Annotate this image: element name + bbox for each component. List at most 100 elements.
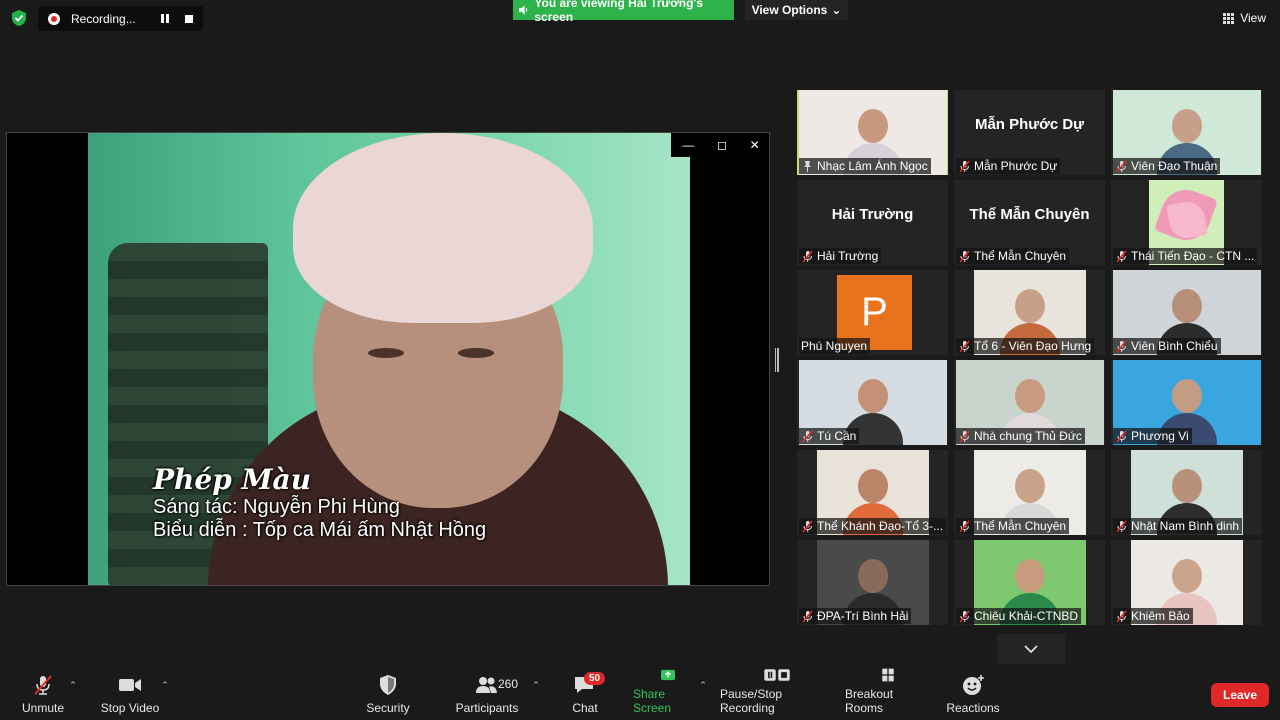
participant-tile[interactable]: Khiêm Bảo <box>1111 540 1262 625</box>
muted-mic-icon <box>1116 429 1127 443</box>
participant-tile[interactable]: ĐPA-Trí Bình Hải <box>797 540 948 625</box>
smiley-icon <box>963 675 984 695</box>
muted-mic-icon <box>802 249 813 263</box>
participant-tile[interactable]: Viên Đạo Thuận <box>1111 90 1262 175</box>
muted-mic-icon <box>1116 159 1127 173</box>
participant-name-label: Phương Vi <box>1113 428 1192 444</box>
participant-tile[interactable]: Mẫn Phước Dự Mẫn Phước Dự <box>954 90 1105 175</box>
eye-shape <box>368 348 404 358</box>
participant-name-label: Nhật Nam Bình dinh <box>1113 518 1243 534</box>
security-button[interactable]: Security <box>362 668 414 720</box>
participant-tile[interactable]: Tổ 6 - Viên Đạo Hưng <box>954 270 1105 355</box>
eye-shape <box>458 348 494 358</box>
participant-name: Tổ 6 - Viên Đạo Hưng <box>974 339 1092 353</box>
participant-name: Nhật Nam Bình dinh <box>1131 519 1240 533</box>
participant-tile[interactable]: Nhật Nam Bình dinh <box>1111 450 1262 535</box>
participants-count: 260 <box>498 677 519 691</box>
share-screen-icon <box>661 669 675 681</box>
participant-name: Nhà chung Thủ Đức <box>974 429 1082 443</box>
participant-tile[interactable]: Viên Bình Chiểu <box>1111 270 1262 355</box>
pin-icon <box>804 160 811 172</box>
participant-name-label: Viên Bình Chiểu <box>1113 338 1221 354</box>
shared-screen[interactable]: Phép Màu Sáng tác: Nguyễn Phi Hùng Biểu … <box>6 132 770 586</box>
participant-tile[interactable]: Nhạc Lâm Ánh Ngọc <box>797 90 948 175</box>
pause-stop-icon <box>764 669 790 681</box>
close-icon[interactable]: ✕ <box>750 138 760 152</box>
participant-name: Thể Mẫn Chuyên <box>974 249 1067 263</box>
participant-name-label: Viên Đạo Thuận <box>1113 158 1221 174</box>
reactions-button[interactable]: Reactions <box>946 668 1000 720</box>
audio-options-caret[interactable]: ⌃ <box>66 668 80 720</box>
muted-mic-icon <box>802 429 813 443</box>
participant-name-label: Phú Nguyen <box>799 338 871 354</box>
participant-name: Hải Trường <box>817 249 879 263</box>
participant-tile[interactable]: Thái Tiến Đạo - CTN ... <box>1111 180 1262 265</box>
pause-stop-label: Pause/Stop Recording <box>720 687 783 715</box>
participant-name-label: Mẫn Phước Dự <box>956 158 1061 174</box>
unmute-button[interactable]: Unmute <box>18 668 68 720</box>
muted-mic-icon <box>959 159 970 173</box>
caption-title: Phép Màu <box>153 463 312 496</box>
muted-mic-icon <box>1116 519 1127 533</box>
participant-tile[interactable]: Thể Mẫn Chuyên <box>954 450 1105 535</box>
participant-gallery: Nhạc Lâm Ánh Ngọc Mẫn Phước Dự Mẫn Phước D… <box>797 90 1263 630</box>
video-camera-icon <box>119 679 141 691</box>
viewing-banner: You are viewing Hải Trường's screen <box>513 0 734 24</box>
video-options-caret[interactable]: ⌃ <box>158 668 172 720</box>
participant-name-label: Thể Mẫn Chuyên <box>956 518 1070 534</box>
share-options-caret[interactable]: ⌃ <box>696 668 710 720</box>
participant-name-label: Nhà chung Thủ Đức <box>956 428 1085 444</box>
participant-name: Chiêu Khải-CTNBD <box>974 609 1079 623</box>
participant-name-label: Thái Tiến Đạo - CTN ... <box>1113 248 1258 264</box>
pause-recording-icon[interactable] <box>161 14 169 23</box>
video-caption: Phép Màu Sáng tác: Nguyễn Phi Hùng Biểu … <box>153 463 486 542</box>
muted-mic-icon <box>1116 339 1127 353</box>
stop-video-label: Stop Video <box>100 701 160 715</box>
breakout-rooms-label: Breakout Rooms <box>845 687 894 715</box>
split-drag-handle[interactable] <box>775 348 780 372</box>
stop-video-button[interactable]: Stop Video <box>100 668 160 720</box>
view-label: View <box>1240 11 1266 25</box>
participant-name: Thể Khánh Đạo-Tổ 3-... <box>817 519 944 533</box>
participant-tile[interactable]: Thể Mẫn Chuyên Thể Mẫn Chuyên <box>954 180 1105 265</box>
participant-tile[interactable]: Phương Vi <box>1111 360 1262 445</box>
recording-label: Recording... <box>71 11 136 26</box>
participant-name: Tú Cần <box>817 429 857 443</box>
stop-recording-icon[interactable] <box>185 14 193 23</box>
leave-button[interactable]: Leave <box>1211 683 1269 707</box>
view-options-button[interactable]: View Options ⌄ <box>745 0 848 20</box>
participant-tile[interactable]: Hải Trường Hải Trường <box>797 180 948 265</box>
muted-mic-icon <box>959 609 970 623</box>
shield-icon <box>380 675 396 695</box>
pause-stop-recording-button[interactable]: Pause/Stop Recording <box>720 668 834 720</box>
participant-name-label: Tú Cần <box>799 428 860 444</box>
participant-name-label: Nhạc Lâm Ánh Ngọc <box>799 158 931 174</box>
participant-tile[interactable]: P Phú Nguyen <box>797 270 948 355</box>
recording-dot-icon <box>48 12 60 25</box>
participant-name-label: Thể Mẫn Chuyên <box>956 248 1070 264</box>
maximize-icon[interactable]: ◻ <box>717 138 727 152</box>
participant-tile[interactable]: Nhà chung Thủ Đức <box>954 360 1105 445</box>
participants-button[interactable]: 260 Participants <box>454 668 520 720</box>
participant-name-label: Tổ 6 - Viên Đạo Hưng <box>956 338 1095 354</box>
participant-tile[interactable]: Chiêu Khải-CTNBD <box>954 540 1105 625</box>
chat-button[interactable]: 50 Chat <box>566 668 606 720</box>
person-hat-shape <box>293 133 593 323</box>
participant-name: Phú Nguyen <box>801 339 868 353</box>
participants-options-caret[interactable]: ⌃ <box>529 668 543 720</box>
share-screen-button[interactable]: Share Screen <box>633 668 703 720</box>
participant-tile[interactable]: Tú Cần <box>797 360 948 445</box>
view-button[interactable]: View <box>1223 11 1266 25</box>
meeting-toolbar: Unmute ⌃ Stop Video ⌃ Security 260 Parti… <box>0 668 1280 720</box>
security-shield-icon[interactable] <box>10 9 28 27</box>
participant-name-label: Khiêm Bảo <box>1113 608 1193 624</box>
recording-indicator: Recording... <box>38 6 203 31</box>
speaker-icon <box>518 5 528 15</box>
breakout-rooms-button[interactable]: Breakout Rooms <box>845 668 931 720</box>
chevron-down-icon: ⌄ <box>831 3 842 17</box>
minimize-icon[interactable]: — <box>682 138 694 152</box>
more-participants-button[interactable] <box>997 634 1065 664</box>
participant-tile[interactable]: Thể Khánh Đạo-Tổ 3-... <box>797 450 948 535</box>
muted-mic-icon <box>959 249 970 263</box>
participant-name: Phương Vi <box>1131 429 1189 443</box>
